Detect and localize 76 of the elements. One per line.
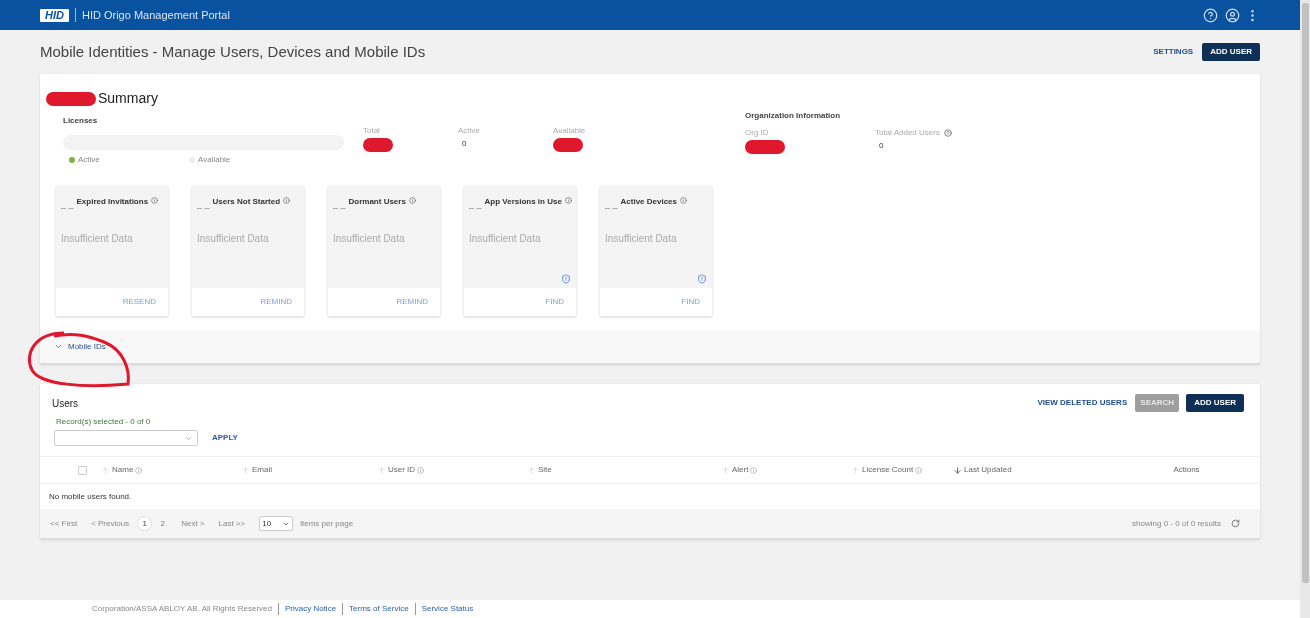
legend-label: Active (78, 154, 100, 166)
metric-message: Insufficient Data (61, 231, 134, 246)
per-page-label: items per page (300, 517, 354, 530)
info-icon[interactable] (417, 466, 425, 474)
previous-page-link[interactable]: < Previous (91, 517, 130, 530)
page-title: Mobile Identities - Manage Users, Devices and Mobile IDs (40, 41, 427, 62)
account-icon[interactable] (1225, 7, 1240, 23)
stat-label: Total (363, 125, 380, 137)
metric-value: _ _ (333, 199, 346, 212)
settings-link[interactable]: SETTINGS (1153, 46, 1194, 58)
info-icon[interactable] (915, 466, 923, 474)
results-count: showing 0 - 0 of 0 results (1132, 517, 1221, 530)
info-icon[interactable] (283, 197, 291, 204)
add-user-button[interactable]: ADD USER (1202, 43, 1260, 61)
metric-title: Active Devices (620, 196, 677, 208)
field-label: Org ID (745, 127, 769, 139)
bulk-action-select[interactable] (54, 430, 198, 446)
info-icon[interactable] (680, 197, 687, 204)
scrollbar[interactable] (1300, 0, 1310, 618)
metric-value: _ _ (469, 199, 482, 212)
footer-link[interactable]: Privacy Notice (278, 603, 344, 615)
info-icon[interactable] (135, 466, 143, 474)
mobile-ids-bar[interactable]: Mobile IDs (40, 330, 1260, 364)
users-title: Users (52, 396, 80, 411)
empty-message: No mobile users found. (49, 490, 132, 503)
logo: HID (40, 8, 69, 22)
field-value: 0 (878, 140, 884, 152)
help-icon[interactable] (943, 129, 952, 137)
next-page-link[interactable]: Next > (181, 517, 205, 530)
info-icon[interactable] (564, 197, 572, 204)
metric-value: _ _ (197, 199, 210, 212)
refresh-icon[interactable] (1231, 519, 1240, 528)
column-header[interactable]: Last Updated (964, 464, 1012, 476)
stat-label: Active (458, 125, 480, 137)
app-title: HID Origo Management Portal (81, 7, 230, 23)
metric-message: Insufficient Data (605, 231, 678, 246)
first-page-link[interactable]: << First (50, 517, 78, 530)
info-icon[interactable] (151, 197, 159, 204)
per-page-select[interactable]: 10 (259, 516, 294, 531)
org-info-title: Organization Information (745, 110, 842, 122)
metric-value: _ _ (61, 199, 74, 212)
metric-title: Dormant Users (348, 196, 406, 208)
last-page-link[interactable]: Last >> (218, 517, 246, 530)
metric-message: Insufficient Data (469, 231, 542, 246)
column-header[interactable]: Name (112, 464, 134, 476)
column-header[interactable]: Actions (1173, 464, 1200, 476)
stat-value: 0 (461, 138, 467, 150)
legend-label: Available (198, 154, 231, 166)
page-number[interactable]: 2 (155, 516, 171, 531)
column-header[interactable]: Email (252, 464, 272, 476)
stat-label: Available (553, 125, 586, 137)
add-user-button[interactable]: ADD USER (1186, 394, 1244, 412)
metric-title: Users Not Started (212, 196, 281, 208)
column-header[interactable]: License Count (862, 464, 914, 476)
column-header[interactable]: Alert (732, 464, 749, 476)
licenses-title: Licenses (63, 115, 99, 127)
info-icon[interactable] (408, 197, 416, 204)
metric-title: App Versions in Use (484, 196, 562, 208)
metric-value: _ _ (605, 199, 618, 212)
records-selected: Record(s) selected - 0 of 0 (55, 416, 152, 428)
footer-link[interactable]: Service Status (415, 603, 480, 615)
apply-button[interactable]: APPLY (212, 432, 238, 444)
copyright-text: Corporation/ASSA ABLOY AB. All Rights Reserved (92, 603, 279, 615)
metric-message: Insufficient Data (197, 231, 270, 246)
page-number[interactable]: 1 (137, 516, 153, 531)
column-header[interactable]: User ID (388, 464, 416, 476)
footer-link[interactable]: Terms of Service (343, 603, 416, 615)
view-deleted-link[interactable]: VIEW DELETED USERS (1037, 397, 1128, 409)
field-label: Total Added Users (875, 127, 940, 139)
summary-title: Summary (98, 89, 158, 108)
mobile-ids-label: Mobile IDs (68, 340, 106, 353)
metric-title: Expired Invitations (76, 196, 149, 208)
column-header[interactable]: Site (538, 464, 552, 476)
info-icon[interactable] (750, 466, 758, 474)
metric-message: Insufficient Data (333, 231, 406, 246)
select-all-checkbox[interactable] (78, 465, 87, 475)
